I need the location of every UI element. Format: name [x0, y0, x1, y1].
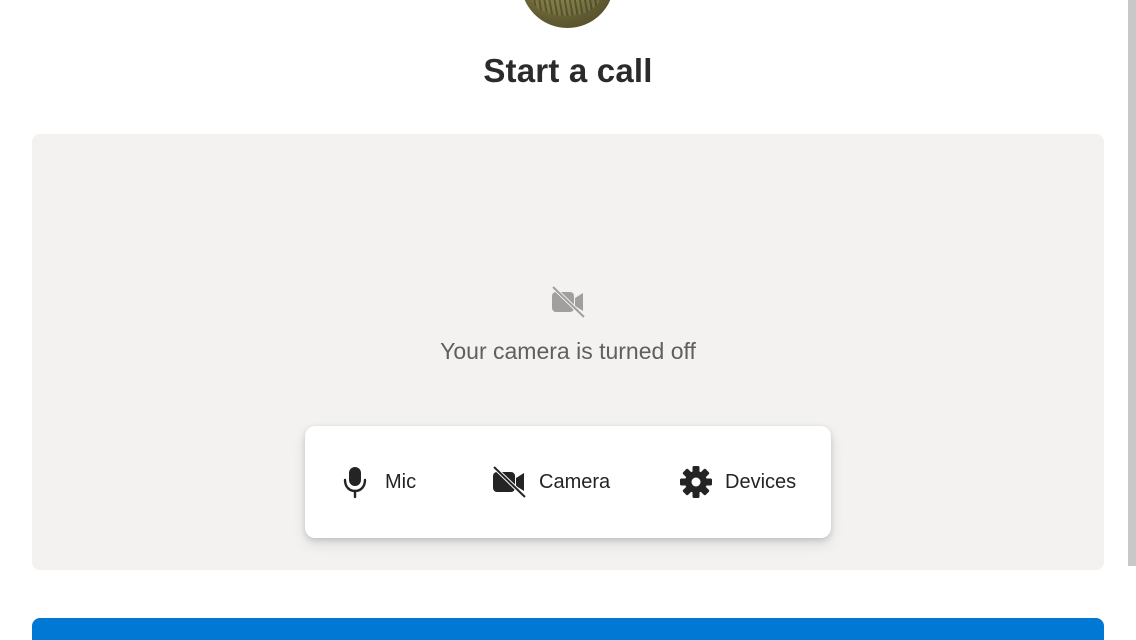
scrollbar[interactable] [1128, 0, 1136, 566]
camera-toggle-button[interactable]: Camera [491, 426, 610, 538]
microphone-icon [343, 467, 367, 499]
device-controls-panel: Mic Camera Devices [305, 426, 831, 538]
camera-status-text: Your camera is turned off [440, 338, 696, 364]
camera-off-icon [551, 285, 586, 319]
mic-button[interactable]: Mic [341, 426, 416, 538]
camera-off-icon [492, 465, 527, 499]
avatar [521, 0, 614, 28]
start-call-button[interactable] [32, 618, 1104, 640]
gear-icon [680, 466, 712, 498]
devices-label: Devices [725, 470, 797, 493]
call-setup-page: Start a call Your camera is turned off M… [0, 0, 1136, 640]
mic-label: Mic [385, 470, 417, 493]
page-title: Start a call [483, 52, 653, 89]
devices-button[interactable]: Devices [679, 426, 796, 538]
camera-label: Camera [539, 470, 611, 493]
